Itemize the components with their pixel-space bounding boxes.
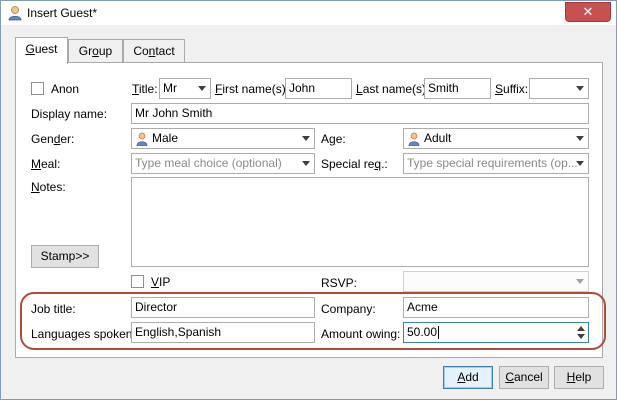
age-select[interactable]: Adult bbox=[403, 128, 589, 149]
close-icon: ✕ bbox=[582, 4, 594, 19]
gender-label: Gender: bbox=[31, 132, 75, 146]
amount-owing-label: Amount owing: bbox=[321, 327, 401, 341]
spin-up-icon[interactable] bbox=[577, 326, 585, 331]
meal-label: Meal: bbox=[31, 157, 61, 171]
display-name-label: Display name: bbox=[31, 107, 108, 121]
chevron-down-icon bbox=[576, 86, 584, 91]
add-button[interactable]: Add bbox=[443, 366, 493, 389]
languages-input[interactable]: English,Spanish bbox=[131, 322, 315, 343]
chevron-down-icon bbox=[198, 86, 206, 91]
job-title-input[interactable]: Director bbox=[131, 297, 315, 318]
company-input[interactable]: Acme bbox=[403, 297, 589, 318]
amount-owing-value: 50.00 bbox=[407, 325, 438, 339]
chevron-down-icon bbox=[576, 279, 584, 284]
first-name-input[interactable]: John bbox=[285, 78, 352, 99]
anon-checkbox[interactable] bbox=[31, 82, 44, 95]
special-req-label: Special req.: bbox=[321, 157, 388, 171]
tab-group[interactable]: Group bbox=[68, 39, 123, 63]
close-button[interactable]: ✕ bbox=[565, 2, 611, 22]
last-name-input[interactable]: Smith bbox=[424, 78, 491, 99]
spin-buttons[interactable] bbox=[574, 323, 588, 342]
last-name-label: Last name(s): bbox=[356, 82, 430, 96]
languages-label: Languages spoken: bbox=[31, 327, 136, 341]
stamp-button[interactable]: Stamp>> bbox=[31, 245, 99, 268]
meal-combo[interactable]: Type meal choice (optional) bbox=[131, 153, 315, 174]
rsvp-label: RSVP: bbox=[321, 276, 358, 290]
title-label: Title: bbox=[132, 82, 158, 96]
anon-label: Anon bbox=[51, 82, 80, 96]
company-label: Company: bbox=[321, 302, 376, 316]
window-title: Insert Guest* bbox=[27, 6, 98, 20]
cancel-button[interactable]: Cancel bbox=[499, 366, 549, 389]
vip-label: VIP bbox=[151, 275, 171, 289]
vip-checkbox[interactable] bbox=[131, 275, 144, 288]
help-button[interactable]: Help bbox=[554, 366, 604, 389]
gender-select[interactable]: Male bbox=[131, 128, 315, 149]
person-icon bbox=[8, 6, 22, 21]
suffix-label: Suffix: bbox=[495, 82, 529, 96]
suffix-select[interactable] bbox=[529, 78, 589, 99]
special-requirements-combo[interactable]: Type special requirements (op... bbox=[403, 153, 589, 174]
chevron-down-icon bbox=[576, 161, 584, 166]
person-icon bbox=[136, 132, 148, 146]
amount-owing-spinner[interactable]: 50.00 bbox=[403, 322, 589, 343]
insert-guest-window: Insert Guest* ✕ Guest Group Contact Anon… bbox=[0, 0, 617, 400]
chevron-down-icon bbox=[302, 161, 310, 166]
display-name-input[interactable]: Mr John Smith bbox=[131, 103, 589, 124]
tab-guest[interactable]: Guest bbox=[15, 37, 68, 64]
text-caret bbox=[438, 326, 440, 340]
title-select[interactable]: Mr bbox=[159, 78, 211, 99]
job-title-label: Job title: bbox=[31, 302, 76, 316]
tab-contact[interactable]: Contact bbox=[123, 39, 185, 63]
notes-label: Notes: bbox=[31, 180, 66, 194]
person-icon bbox=[408, 132, 420, 146]
rsvp-select[interactable] bbox=[403, 271, 589, 292]
title-bar: Insert Guest* ✕ bbox=[1, 1, 616, 25]
notes-textarea[interactable] bbox=[131, 177, 589, 267]
chevron-down-icon bbox=[576, 136, 584, 141]
chevron-down-icon bbox=[302, 136, 310, 141]
first-name-label: First name(s): bbox=[215, 82, 290, 96]
age-label: Age: bbox=[321, 132, 346, 146]
spin-down-icon[interactable] bbox=[577, 334, 585, 339]
